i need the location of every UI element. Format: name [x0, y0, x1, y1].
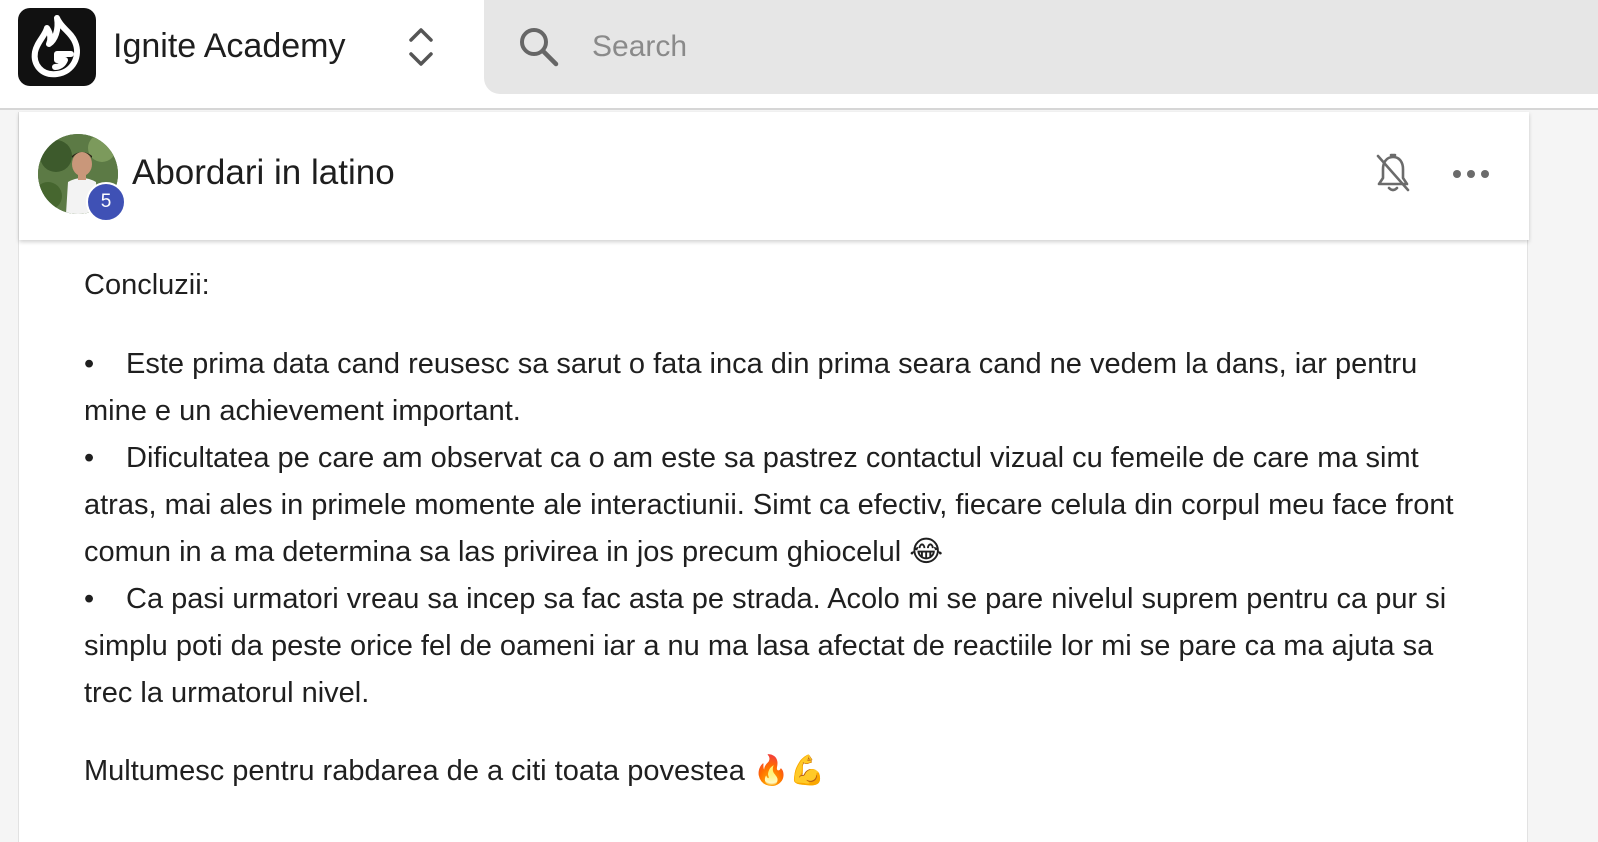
post-closing: Multumesc pentru rabdarea de a citi toat… [84, 755, 826, 787]
list-item-text: Dificultatea pe care am observat ca o am… [84, 442, 1454, 568]
list-item-text: Este prima data cand reusesc sa sarut o … [84, 348, 1418, 427]
logo-graphic [31, 15, 80, 78]
chevron-up-down-icon[interactable] [404, 26, 438, 68]
post-title: Abordari in latino [132, 153, 395, 192]
app-name[interactable]: Ignite Academy [113, 24, 345, 68]
list-item-text: Ca pasi urmatori vreau sa incep sa fac a… [84, 583, 1447, 709]
top-bar: Ignite Academy [0, 0, 1598, 110]
level-badge: 5 [86, 182, 126, 222]
more-horizontal-icon[interactable] [1447, 152, 1495, 196]
bell-off-icon[interactable] [1371, 150, 1415, 196]
list-item: • Ca pasi urmatori vreau sa incep sa fac … [84, 576, 1484, 717]
list-item: • Dificultatea pe care am observat ca o a… [84, 435, 1484, 576]
search-icon [516, 24, 562, 70]
bullet-marker: • [84, 348, 95, 380]
post-card: 5 Abordari in latino Concluzii: • Este pr… [18, 112, 1529, 842]
post-body: Concluzii: • Este prima data cand reusesc… [84, 262, 1484, 795]
list-item: • Este prima data cand reusesc sa sarut o… [84, 341, 1484, 435]
search-bar[interactable] [484, 0, 1598, 94]
conclusions-list: • Este prima data cand reusesc sa sarut o… [84, 341, 1484, 717]
post-header: 5 Abordari in latino [19, 112, 1529, 240]
bullet-marker: • [84, 583, 95, 615]
bullet-marker: • [84, 442, 95, 474]
flame-g-logo-icon[interactable] [18, 8, 96, 86]
search-input[interactable] [592, 22, 1552, 72]
post-body-heading: Concluzii: [84, 269, 210, 301]
